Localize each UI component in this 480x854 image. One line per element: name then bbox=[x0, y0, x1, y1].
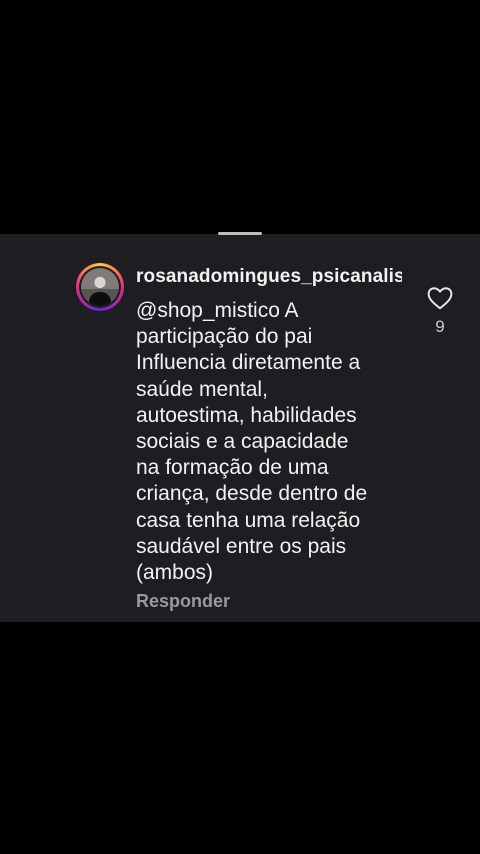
comment-line: @shop_mistico A bbox=[136, 299, 299, 322]
avatar[interactable] bbox=[76, 263, 124, 311]
comment-line: saudável entre os pais bbox=[136, 534, 347, 558]
like-count: 9 bbox=[435, 317, 445, 336]
sheet-drag-handle[interactable] bbox=[218, 232, 262, 235]
comment-line: na formação de uma bbox=[136, 456, 329, 480]
reply-button[interactable]: Responder bbox=[136, 591, 230, 612]
avatar-image bbox=[81, 268, 119, 306]
comment-line: criança, desde dentro de bbox=[136, 482, 368, 506]
heart-outline-icon[interactable] bbox=[427, 286, 453, 310]
comment-line: autoestima, habilidades bbox=[136, 403, 357, 427]
comment-text: @shop_mistico A participação do pai Infl… bbox=[136, 298, 416, 586]
comment-line: (ambos) bbox=[136, 561, 214, 585]
comment-username[interactable]: rosanadomingues_psicanalis bbox=[136, 266, 402, 288]
screen: rosanadomingues_psicanalis @shop_mistico… bbox=[0, 0, 480, 854]
comment-line: participação do pai bbox=[136, 325, 313, 349]
comment-line: saúde mental, bbox=[136, 377, 268, 401]
comment-line: casa tenha uma relação bbox=[136, 508, 361, 532]
comment-line: sociais e a capacidade bbox=[136, 430, 349, 454]
comment-line: Influencia diretamente a bbox=[136, 351, 361, 375]
